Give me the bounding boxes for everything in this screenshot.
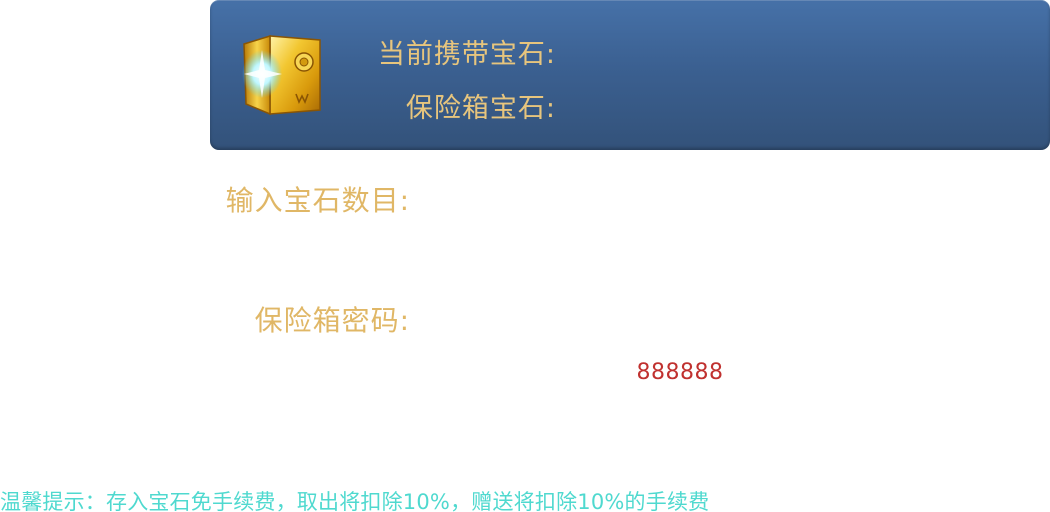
password-hint-text: 888888 (636, 360, 724, 385)
safe-password-input[interactable] (430, 300, 1034, 342)
gem-summary-panel: 当前携带宝石: 保险箱宝石: (210, 0, 1050, 150)
safe-password-label: 保险箱密码: (254, 304, 410, 337)
warm-tip-text: 温馨提示：存入宝石免手续费，取出将扣除10%，赠送将扣除10%的手续费 (0, 490, 710, 512)
gem-amount-label: 输入宝石数目: (225, 184, 410, 217)
gem-safe-screen: 当前携带宝石: 保险箱宝石: 输入宝石数目: 保险箱密码: 888888 温馨提… (0, 0, 1050, 512)
gem-amount-input[interactable] (430, 180, 1034, 222)
safe-gems-label: 保险箱宝石: (405, 93, 556, 124)
carry-gems-label: 当前携带宝石: (377, 39, 556, 70)
